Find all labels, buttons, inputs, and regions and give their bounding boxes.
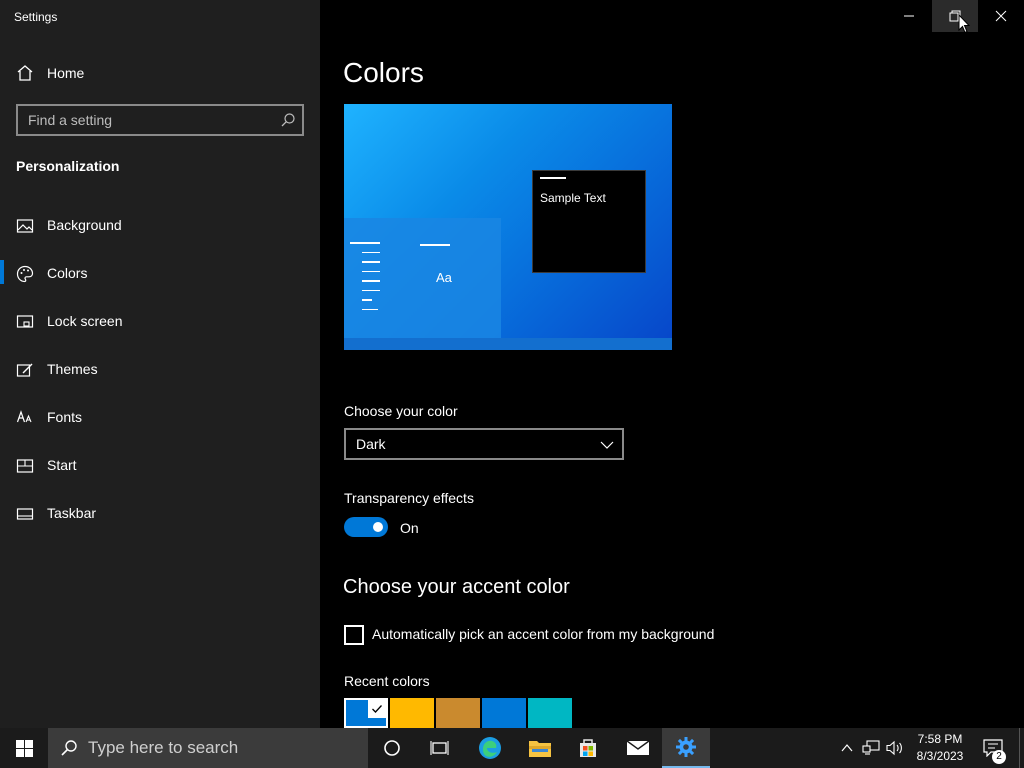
volume-button[interactable] [884,728,906,768]
taskbar: Type here to search 7:58 PM 8/3/2023 2 [0,728,1024,768]
preview-sample-text: Sample Text [540,191,606,205]
sidebar-item-label: Fonts [47,409,83,425]
fonts-icon [16,409,34,427]
network-icon [862,740,880,755]
preview-sample-window: Sample Text [532,170,646,273]
preview-tile-text: Aa [436,270,452,285]
sidebar-nav: Background Colors Lock screen Themes Fon… [0,208,320,544]
transparency-state: On [400,520,419,536]
color-swatch[interactable] [344,698,388,728]
toggle-knob [373,522,383,532]
theme-preview: Aa Sample Text [344,104,672,350]
palette-icon [16,265,34,283]
sidebar-item-background[interactable]: Background [0,208,320,256]
recent-colors-label: Recent colors [344,673,430,689]
lock-screen-icon [16,313,34,331]
sidebar-item-taskbar[interactable]: Taskbar [0,496,320,544]
settings-window: Settings Home Personalization Background [0,0,1024,728]
show-hidden-icons-button[interactable] [836,728,858,768]
sidebar-item-themes[interactable]: Themes [0,352,320,400]
mail-button[interactable] [614,728,662,768]
edge-button[interactable] [466,728,514,768]
color-swatch[interactable] [436,698,480,728]
notification-count-badge: 2 [992,750,1006,764]
start-icon [16,457,34,475]
sidebar-item-lock-screen[interactable]: Lock screen [0,304,320,352]
store-icon [580,739,596,757]
accent-color-heading: Choose your accent color [343,576,570,598]
preview-taskbar [344,338,672,350]
task-view-icon [430,741,449,755]
picture-icon [16,217,34,235]
color-swatch[interactable] [528,698,572,728]
sidebar-item-label: Colors [47,265,88,281]
sidebar-item-label: Background [47,217,122,233]
active-indicator [0,260,4,284]
sidebar-item-label: Themes [47,361,98,377]
folder-icon [529,741,551,757]
auto-accent-label[interactable]: Automatically pick an accent color from … [372,626,714,642]
sidebar-item-label: Lock screen [47,313,123,329]
task-view-button[interactable] [416,728,464,768]
home-icon [16,64,34,82]
sidebar-item-colors[interactable]: Colors [0,256,320,304]
edge-icon [479,737,501,759]
sidebar-item-label: Home [47,65,85,81]
action-center-button[interactable]: 2 [980,728,1010,768]
color-swatch[interactable] [390,698,434,728]
network-button[interactable] [860,728,882,768]
sidebar-item-start[interactable]: Start [0,448,320,496]
search-icon[interactable] [280,112,296,128]
cortana-icon [384,740,400,756]
taskbar-search-text: Type here to search [88,738,239,757]
section-title: Personalization [16,158,120,174]
search-input[interactable] [18,106,274,134]
app-title: Settings [14,10,58,24]
chevron-down-icon [600,438,614,452]
preview-start-lines [350,242,380,318]
store-button[interactable] [564,728,612,768]
transparency-toggle[interactable] [344,517,388,537]
auto-accent-checkbox[interactable] [344,625,364,645]
sidebar-item-fonts[interactable]: Fonts [0,400,320,448]
sidebar: Settings Home Personalization Background [0,0,320,728]
sidebar-item-label: Start [47,457,77,473]
cortana-button[interactable] [368,728,416,768]
preview-tile: Aa [420,244,452,285]
clock-time: 7:58 PM [917,732,963,746]
choose-color-value: Dark [356,436,386,452]
taskbar-icon [16,505,34,523]
check-icon [368,700,386,718]
taskbar-search-box[interactable]: Type here to search [48,728,368,768]
windows-logo-icon [15,739,33,757]
settings-taskbar-button[interactable] [662,728,710,768]
choose-color-dropdown[interactable]: Dark [344,428,624,460]
transparency-label: Transparency effects [344,490,474,506]
content-pane: Colors Aa Sample Text Choose your color … [320,0,1024,728]
clock-date: 8/3/2023 [916,749,964,763]
mail-icon [626,740,650,755]
file-explorer-button[interactable] [516,728,564,768]
taskbar-clock[interactable]: 7:58 PM 8/3/2023 [906,731,974,765]
themes-icon [16,361,34,379]
gear-icon [676,737,696,757]
recent-colors [344,698,572,728]
show-desktop-button[interactable] [1019,728,1024,768]
search-box[interactable] [16,104,304,136]
chevron-up-icon [841,744,853,752]
speaker-icon [886,740,902,756]
color-swatch[interactable] [482,698,526,728]
choose-color-label: Choose your color [344,403,458,419]
search-icon [60,739,78,757]
sidebar-item-label: Taskbar [47,505,97,521]
sidebar-item-home[interactable]: Home [0,58,320,88]
mouse-cursor-icon [958,13,971,39]
start-button[interactable] [0,728,48,768]
page-title: Colors [343,57,424,88]
